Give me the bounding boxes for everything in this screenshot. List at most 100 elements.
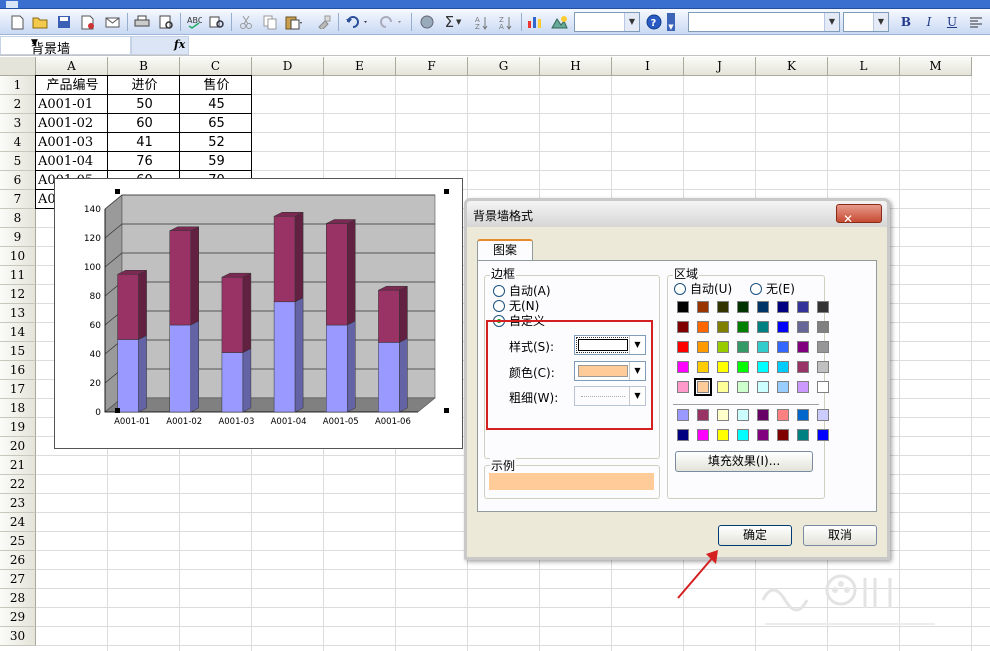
toolbar-options-icon[interactable]: ▼ xyxy=(666,12,676,32)
color-swatch[interactable] xyxy=(677,409,689,421)
column-header[interactable]: E xyxy=(324,57,396,76)
color-swatch[interactable] xyxy=(797,409,809,421)
row-header[interactable]: 16 xyxy=(0,361,36,380)
sort-ascending-icon[interactable]: AZ xyxy=(472,12,492,32)
color-swatch[interactable] xyxy=(757,321,769,333)
email-icon[interactable] xyxy=(102,12,122,32)
font-name-combo[interactable]: ▼ xyxy=(688,12,840,32)
color-swatch[interactable] xyxy=(737,301,749,313)
color-swatch[interactable] xyxy=(817,361,829,373)
row-header[interactable]: 12 xyxy=(0,285,36,304)
row-header[interactable]: 20 xyxy=(0,437,36,456)
underline-icon[interactable]: U xyxy=(942,13,962,31)
insert-function-button[interactable]: fx xyxy=(131,36,189,55)
color-swatch[interactable] xyxy=(737,361,749,373)
color-swatch[interactable] xyxy=(717,361,729,373)
column-header[interactable]: G xyxy=(468,57,540,76)
row-header[interactable]: 19 xyxy=(0,418,36,437)
hyperlink-icon[interactable] xyxy=(416,12,438,32)
color-swatch[interactable] xyxy=(677,341,689,353)
color-swatch[interactable] xyxy=(817,321,829,333)
color-swatch[interactable] xyxy=(777,301,789,313)
undo-icon[interactable] xyxy=(343,12,373,32)
row-header[interactable]: 24 xyxy=(0,513,36,532)
color-swatch[interactable] xyxy=(757,409,769,421)
color-swatch[interactable] xyxy=(757,361,769,373)
color-swatch[interactable] xyxy=(717,321,729,333)
column-header[interactable]: D xyxy=(252,57,324,76)
color-swatch[interactable] xyxy=(777,409,789,421)
row-header[interactable]: 7 xyxy=(0,190,36,209)
color-swatch[interactable] xyxy=(677,429,689,441)
color-swatch[interactable] xyxy=(737,321,749,333)
save-icon[interactable] xyxy=(54,12,74,32)
chevron-down-icon[interactable]: ▼ xyxy=(31,38,124,48)
row-header[interactable]: 27 xyxy=(0,570,36,589)
row-header[interactable]: 30 xyxy=(0,627,36,646)
paste-icon[interactable] xyxy=(283,12,305,32)
row-header[interactable]: 18 xyxy=(0,399,36,418)
close-button[interactable]: ✕ xyxy=(836,204,882,226)
row-header[interactable]: 22 xyxy=(0,475,36,494)
color-swatch[interactable] xyxy=(797,301,809,313)
italic-icon[interactable]: I xyxy=(919,13,939,31)
column-header[interactable]: L xyxy=(828,57,900,76)
color-swatch[interactable] xyxy=(777,381,789,393)
color-swatch[interactable] xyxy=(797,361,809,373)
area-auto-radio[interactable]: 自动(U) xyxy=(674,280,732,297)
color-swatch[interactable] xyxy=(777,321,789,333)
row-header[interactable]: 29 xyxy=(0,608,36,627)
bold-icon[interactable]: B xyxy=(896,13,916,31)
column-header[interactable]: J xyxy=(684,57,756,76)
color-swatch[interactable] xyxy=(717,381,729,393)
row-header[interactable]: 3 xyxy=(0,114,36,133)
row-header[interactable]: 23 xyxy=(0,494,36,513)
color-swatch[interactable] xyxy=(677,381,689,393)
color-swatch[interactable] xyxy=(777,361,789,373)
row-header[interactable]: 9 xyxy=(0,228,36,247)
color-swatch[interactable] xyxy=(757,381,769,393)
column-header[interactable]: I xyxy=(612,57,684,76)
new-doc-icon[interactable] xyxy=(8,12,26,32)
color-swatch[interactable] xyxy=(737,381,749,393)
color-swatch[interactable] xyxy=(717,429,729,441)
font-size-combo[interactable]: ▼ xyxy=(843,12,889,32)
color-swatch[interactable] xyxy=(817,409,829,421)
cancel-button[interactable]: 取消 xyxy=(803,525,877,546)
color-swatch[interactable] xyxy=(757,341,769,353)
column-header[interactable]: M xyxy=(900,57,972,76)
cut-icon[interactable] xyxy=(236,12,256,32)
column-header[interactable]: C xyxy=(180,57,252,76)
select-all-corner[interactable] xyxy=(0,57,36,76)
color-swatch[interactable] xyxy=(797,341,809,353)
dialog-title-bar[interactable]: 背景墙格式 ✕ xyxy=(467,201,887,227)
row-header[interactable]: 14 xyxy=(0,323,36,342)
color-swatch[interactable] xyxy=(777,341,789,353)
row-header[interactable]: 5 xyxy=(0,152,36,171)
research-icon[interactable] xyxy=(207,12,227,32)
print-preview-icon[interactable] xyxy=(156,12,176,32)
row-header[interactable]: 17 xyxy=(0,380,36,399)
row-header[interactable]: 2 xyxy=(0,95,36,114)
row-header[interactable]: 28 xyxy=(0,589,36,608)
column-header[interactable]: F xyxy=(396,57,468,76)
area-none-radio[interactable]: 无(E) xyxy=(750,280,795,297)
color-swatch[interactable] xyxy=(697,429,709,441)
color-swatch[interactable] xyxy=(717,301,729,313)
color-swatch[interactable] xyxy=(817,429,829,441)
column-header[interactable]: A xyxy=(36,57,108,76)
print-icon[interactable] xyxy=(132,12,152,32)
color-swatch[interactable] xyxy=(677,301,689,313)
color-swatch[interactable] xyxy=(757,429,769,441)
tab-patterns[interactable]: 图案 xyxy=(477,239,533,261)
color-swatch[interactable] xyxy=(817,301,829,313)
row-header[interactable]: 1 xyxy=(0,76,36,95)
color-swatch[interactable] xyxy=(697,341,709,353)
zoom-combo[interactable]: ▼ xyxy=(574,12,640,32)
spelling-icon[interactable]: ABC xyxy=(184,12,204,32)
copy-icon[interactable] xyxy=(260,12,280,32)
chart-wizard-icon[interactable] xyxy=(525,12,545,32)
color-swatch[interactable] xyxy=(817,341,829,353)
row-header[interactable]: 4 xyxy=(0,133,36,152)
row-header[interactable]: 25 xyxy=(0,532,36,551)
